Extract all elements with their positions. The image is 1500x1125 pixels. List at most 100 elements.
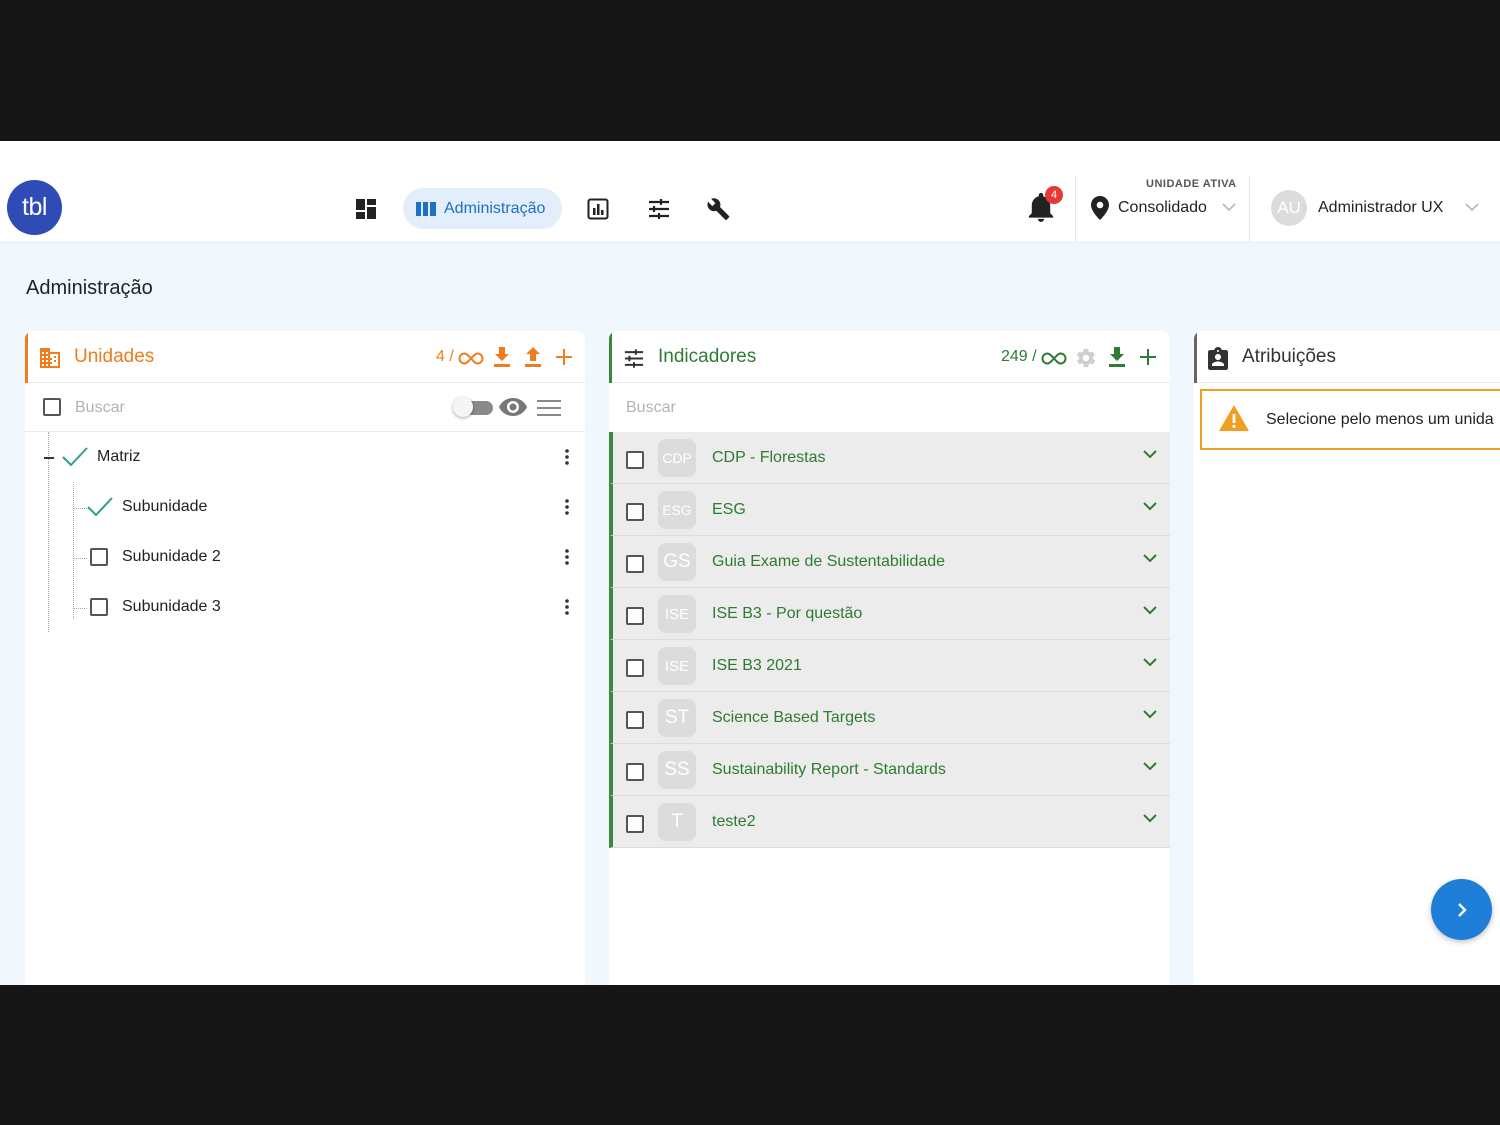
tree-item-label: Subunidade: [122, 498, 208, 515]
user-name[interactable]: Administrador UX: [1318, 199, 1443, 217]
tree-item-label: Subunidade 3: [122, 598, 221, 615]
indicator-row[interactable]: GS Guia Exame de Sustentabilidade: [609, 536, 1170, 588]
eye-icon[interactable]: [499, 398, 527, 416]
infinity-icon: [1041, 352, 1067, 365]
indicator-checkbox[interactable]: [626, 763, 644, 781]
indicadores-search-row: Buscar: [609, 383, 1170, 432]
download-icon[interactable]: [494, 347, 510, 367]
tree-item-subunidade-3[interactable]: Subunidade 3: [25, 582, 585, 632]
unidades-search-input[interactable]: Buscar: [75, 399, 125, 417]
atribuicoes-header: Atribuições: [1194, 331, 1500, 383]
tree-checkbox[interactable]: [90, 598, 108, 616]
indicator-avatar: ISE: [658, 647, 696, 685]
check-icon[interactable]: [87, 497, 113, 517]
indicator-checkbox[interactable]: [626, 555, 644, 573]
chevron-down-icon[interactable]: [1143, 814, 1157, 823]
indicator-avatar: ISE: [658, 595, 696, 633]
tree-item-subunidade[interactable]: Subunidade: [25, 482, 585, 532]
indicator-checkbox[interactable]: [626, 815, 644, 833]
unidades-header: Unidades 4 /: [25, 331, 585, 383]
gear-icon[interactable]: [1075, 347, 1097, 369]
unidades-panel: Unidades 4 / Buscar Matriz Subunidade Su…: [25, 331, 585, 985]
indicadores-header: Indicadores 249 /: [609, 331, 1170, 383]
indicator-avatar: ESG: [658, 491, 696, 529]
indicator-row[interactable]: ESG ESG: [609, 484, 1170, 536]
collapse-icon[interactable]: [44, 457, 54, 459]
indicadores-panel: Indicadores 249 / Buscar CDP CDP - Flore…: [609, 331, 1170, 985]
more-vert-icon[interactable]: [565, 499, 569, 515]
indicator-checkbox[interactable]: [626, 659, 644, 677]
sliders-icon[interactable]: [644, 194, 674, 224]
add-icon[interactable]: [556, 349, 572, 365]
check-icon[interactable]: [62, 447, 88, 467]
divider: [1075, 176, 1076, 242]
assignment-icon: [1208, 347, 1228, 370]
chevron-down-icon[interactable]: [1143, 554, 1157, 563]
warning-icon: [1219, 405, 1249, 431]
indicator-row[interactable]: T teste2: [609, 796, 1170, 848]
indicator-checkbox[interactable]: [626, 607, 644, 625]
logo[interactable]: tbl: [7, 180, 62, 235]
wrench-icon[interactable]: [704, 194, 734, 224]
show-toggle[interactable]: [453, 397, 493, 417]
indicator-avatar: ST: [658, 699, 696, 737]
chevron-down-icon[interactable]: [1143, 450, 1157, 459]
indicator-checkbox[interactable]: [626, 451, 644, 469]
active-unit-label: UNIDADE ATIVA: [1146, 178, 1237, 190]
indicator-avatar: T: [658, 803, 696, 841]
indicator-avatar: SS: [658, 751, 696, 789]
page-title: Administração: [26, 277, 153, 299]
chevron-down-icon[interactable]: [1143, 710, 1157, 719]
unidades-count: 4 /: [436, 348, 454, 365]
chevron-right-icon: [1457, 902, 1467, 917]
atribuicoes-title: Atribuições: [1242, 346, 1336, 367]
indicator-row[interactable]: CDP CDP - Florestas: [609, 432, 1170, 484]
indicator-name: Sustainability Report - Standards: [712, 761, 946, 778]
indicator-name: Science Based Targets: [712, 709, 876, 726]
chevron-down-icon[interactable]: [1143, 658, 1157, 667]
indicator-row[interactable]: ISE ISE B3 - Por questão: [609, 588, 1170, 640]
indicator-checkbox[interactable]: [626, 711, 644, 729]
indicadores-search-input[interactable]: Buscar: [626, 399, 676, 417]
more-vert-icon[interactable]: [565, 599, 569, 615]
indicadores-title: Indicadores: [658, 346, 757, 367]
tree-checkbox[interactable]: [90, 548, 108, 566]
avatar[interactable]: AU: [1271, 190, 1307, 226]
upload-icon[interactable]: [525, 347, 541, 367]
indicator-name: Guia Exame de Sustentabilidade: [712, 553, 946, 570]
indicator-name: teste2: [712, 813, 756, 830]
add-icon[interactable]: [1140, 349, 1156, 365]
next-button[interactable]: [1431, 879, 1492, 940]
select-all-checkbox[interactable]: [43, 398, 61, 416]
menu-icon[interactable]: [537, 400, 561, 416]
tree-item-matriz[interactable]: Matriz: [25, 432, 585, 482]
chevron-down-icon[interactable]: [1465, 203, 1479, 212]
indicator-avatar: CDP: [658, 439, 696, 477]
indicator-name: ESG: [712, 501, 746, 518]
more-vert-icon[interactable]: [565, 449, 569, 465]
tree-item-label: Matriz: [97, 448, 141, 465]
chart-icon[interactable]: [583, 194, 613, 224]
indicator-name: ISE B3 2021: [712, 657, 802, 674]
chevron-down-icon[interactable]: [1143, 762, 1157, 771]
active-unit-select[interactable]: Consolidado: [1118, 199, 1207, 217]
indicator-row[interactable]: SS Sustainability Report - Standards: [609, 744, 1170, 796]
dashboard-icon[interactable]: [351, 194, 381, 224]
top-bar: tbl Administração 4 UNIDADE ATIVA Consol…: [0, 141, 1500, 243]
tree-item-label: Subunidade 2: [122, 548, 221, 565]
indicator-row[interactable]: ST Science Based Targets: [609, 692, 1170, 744]
app-window: tbl Administração 4 UNIDADE ATIVA Consol…: [0, 141, 1500, 985]
notification-badge: 4: [1045, 186, 1063, 204]
indicator-row[interactable]: ISE ISE B3 2021: [609, 640, 1170, 692]
sliders-icon: [624, 349, 644, 368]
more-vert-icon[interactable]: [565, 549, 569, 565]
chevron-down-icon[interactable]: [1143, 502, 1157, 511]
tree-item-subunidade-2[interactable]: Subunidade 2: [25, 532, 585, 582]
download-icon[interactable]: [1109, 347, 1125, 367]
indicator-checkbox[interactable]: [626, 503, 644, 521]
chevron-down-icon[interactable]: [1222, 203, 1236, 212]
chevron-down-icon[interactable]: [1143, 606, 1157, 615]
divider: [1249, 176, 1250, 242]
unidades-search-row: Buscar: [25, 383, 585, 432]
nav-admin-button[interactable]: Administração: [403, 188, 562, 229]
